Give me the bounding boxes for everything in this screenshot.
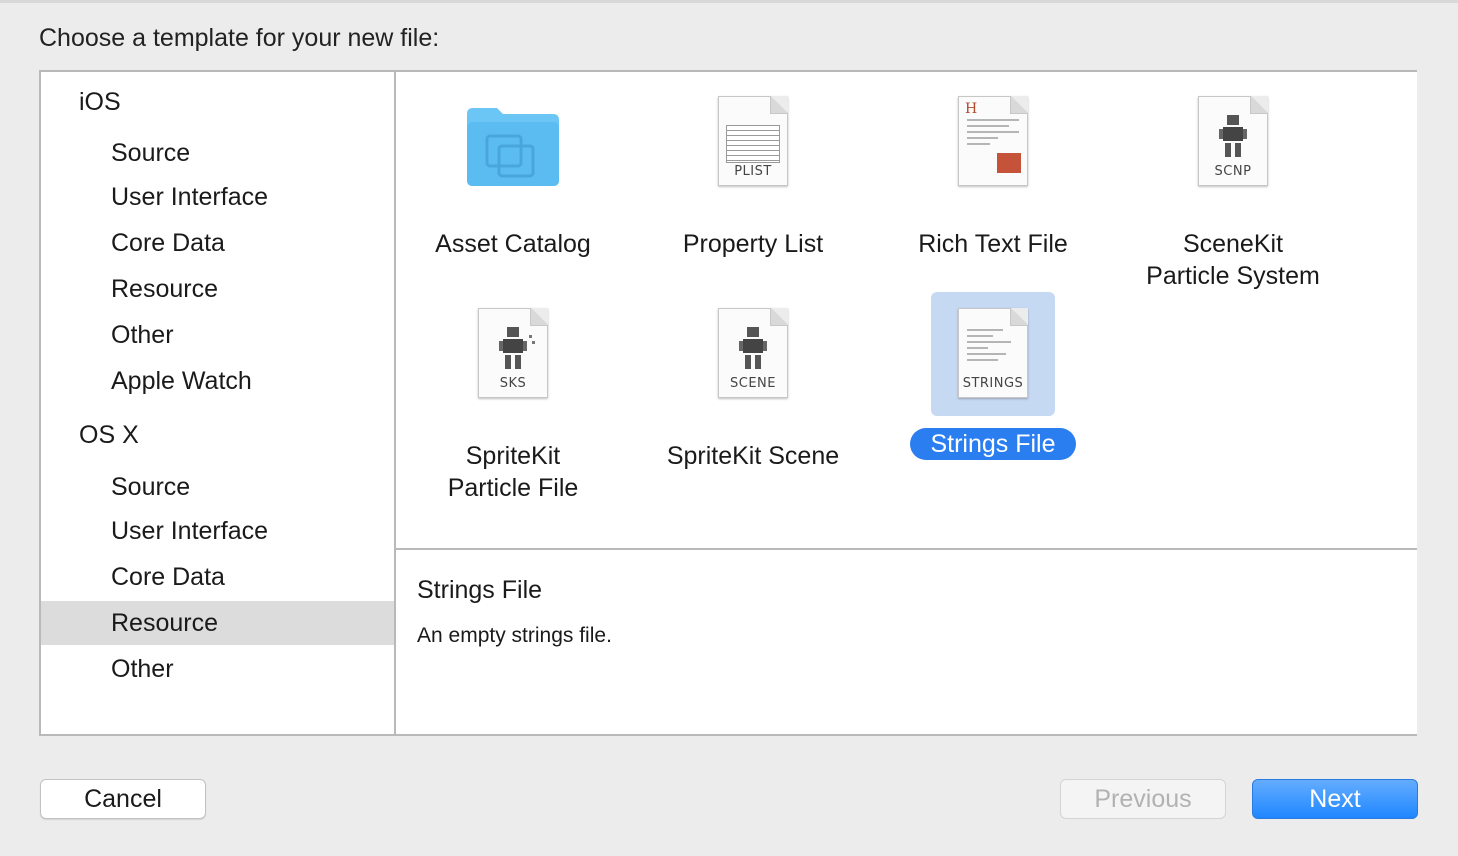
sks-file-icon: SKS [451, 304, 575, 428]
folder-icon [451, 92, 575, 216]
scene-file-icon: SCENE [691, 304, 815, 428]
template-grid: Asset Catalog PLIST Property List H Rich… [396, 72, 1417, 548]
template-spritekit-scene[interactable]: SCENE SpriteKit Scene [633, 304, 873, 472]
template-main-pane: Asset Catalog PLIST Property List H Rich… [396, 72, 1417, 734]
template-label: Property List [682, 230, 824, 258]
sidebar-group-ios[interactable]: iOS [41, 80, 394, 124]
sidebar-group-osx[interactable]: OS X [41, 413, 394, 457]
window-top-edge [0, 0, 1458, 3]
template-label: Asset Catalog [435, 230, 591, 258]
template-property-list[interactable]: PLIST Property List [633, 92, 873, 260]
strings-file-icon: STRINGS [931, 292, 1055, 416]
rich-text-file-icon: H [931, 92, 1055, 216]
next-button[interactable]: Next [1252, 779, 1418, 819]
template-description: Strings File An empty strings file. [396, 550, 1417, 734]
sidebar-item-ios-source[interactable]: Source [41, 131, 394, 175]
sidebar-item-osx-user-interface[interactable]: User Interface [41, 509, 394, 553]
template-rich-text-file[interactable]: H Rich Text File [873, 92, 1113, 260]
dialog-heading: Choose a template for your new file: [39, 24, 440, 52]
sidebar-item-osx-source[interactable]: Source [41, 465, 394, 509]
sidebar-item-ios-apple-watch[interactable]: Apple Watch [41, 359, 394, 403]
template-scenekit-particle-system[interactable]: SCNP SceneKit Particle System [1113, 92, 1353, 292]
template-strings-file[interactable]: STRINGS Strings File [873, 292, 1113, 460]
sidebar-item-osx-core-data[interactable]: Core Data [41, 555, 394, 599]
template-label: SpriteKit Scene [666, 442, 840, 470]
sidebar-item-ios-other[interactable]: Other [41, 313, 394, 357]
description-text: An empty strings file. [417, 624, 612, 647]
template-asset-catalog[interactable]: Asset Catalog [393, 92, 633, 260]
previous-button[interactable]: Previous [1060, 779, 1226, 819]
template-label: Strings File [910, 428, 1076, 460]
template-spritekit-particle-file[interactable]: SKS SpriteKit Particle File [393, 304, 633, 504]
template-label: SceneKit Particle System [1146, 230, 1320, 290]
template-label: SpriteKit Particle File [447, 442, 579, 502]
scnp-file-icon: SCNP [1171, 92, 1295, 216]
cancel-button[interactable]: Cancel [40, 779, 206, 819]
sidebar-item-osx-other[interactable]: Other [41, 647, 394, 691]
plist-file-icon: PLIST [691, 92, 815, 216]
description-title: Strings File [417, 576, 543, 604]
template-chooser: iOS Source User Interface Core Data Reso… [39, 70, 1417, 736]
sidebar-item-osx-resource[interactable]: Resource [41, 601, 394, 645]
sidebar-item-ios-user-interface[interactable]: User Interface [41, 175, 394, 219]
platform-sidebar: iOS Source User Interface Core Data Reso… [41, 72, 396, 734]
template-label: Rich Text File [918, 230, 1068, 258]
sidebar-item-ios-resource[interactable]: Resource [41, 267, 394, 311]
sidebar-item-ios-core-data[interactable]: Core Data [41, 221, 394, 265]
